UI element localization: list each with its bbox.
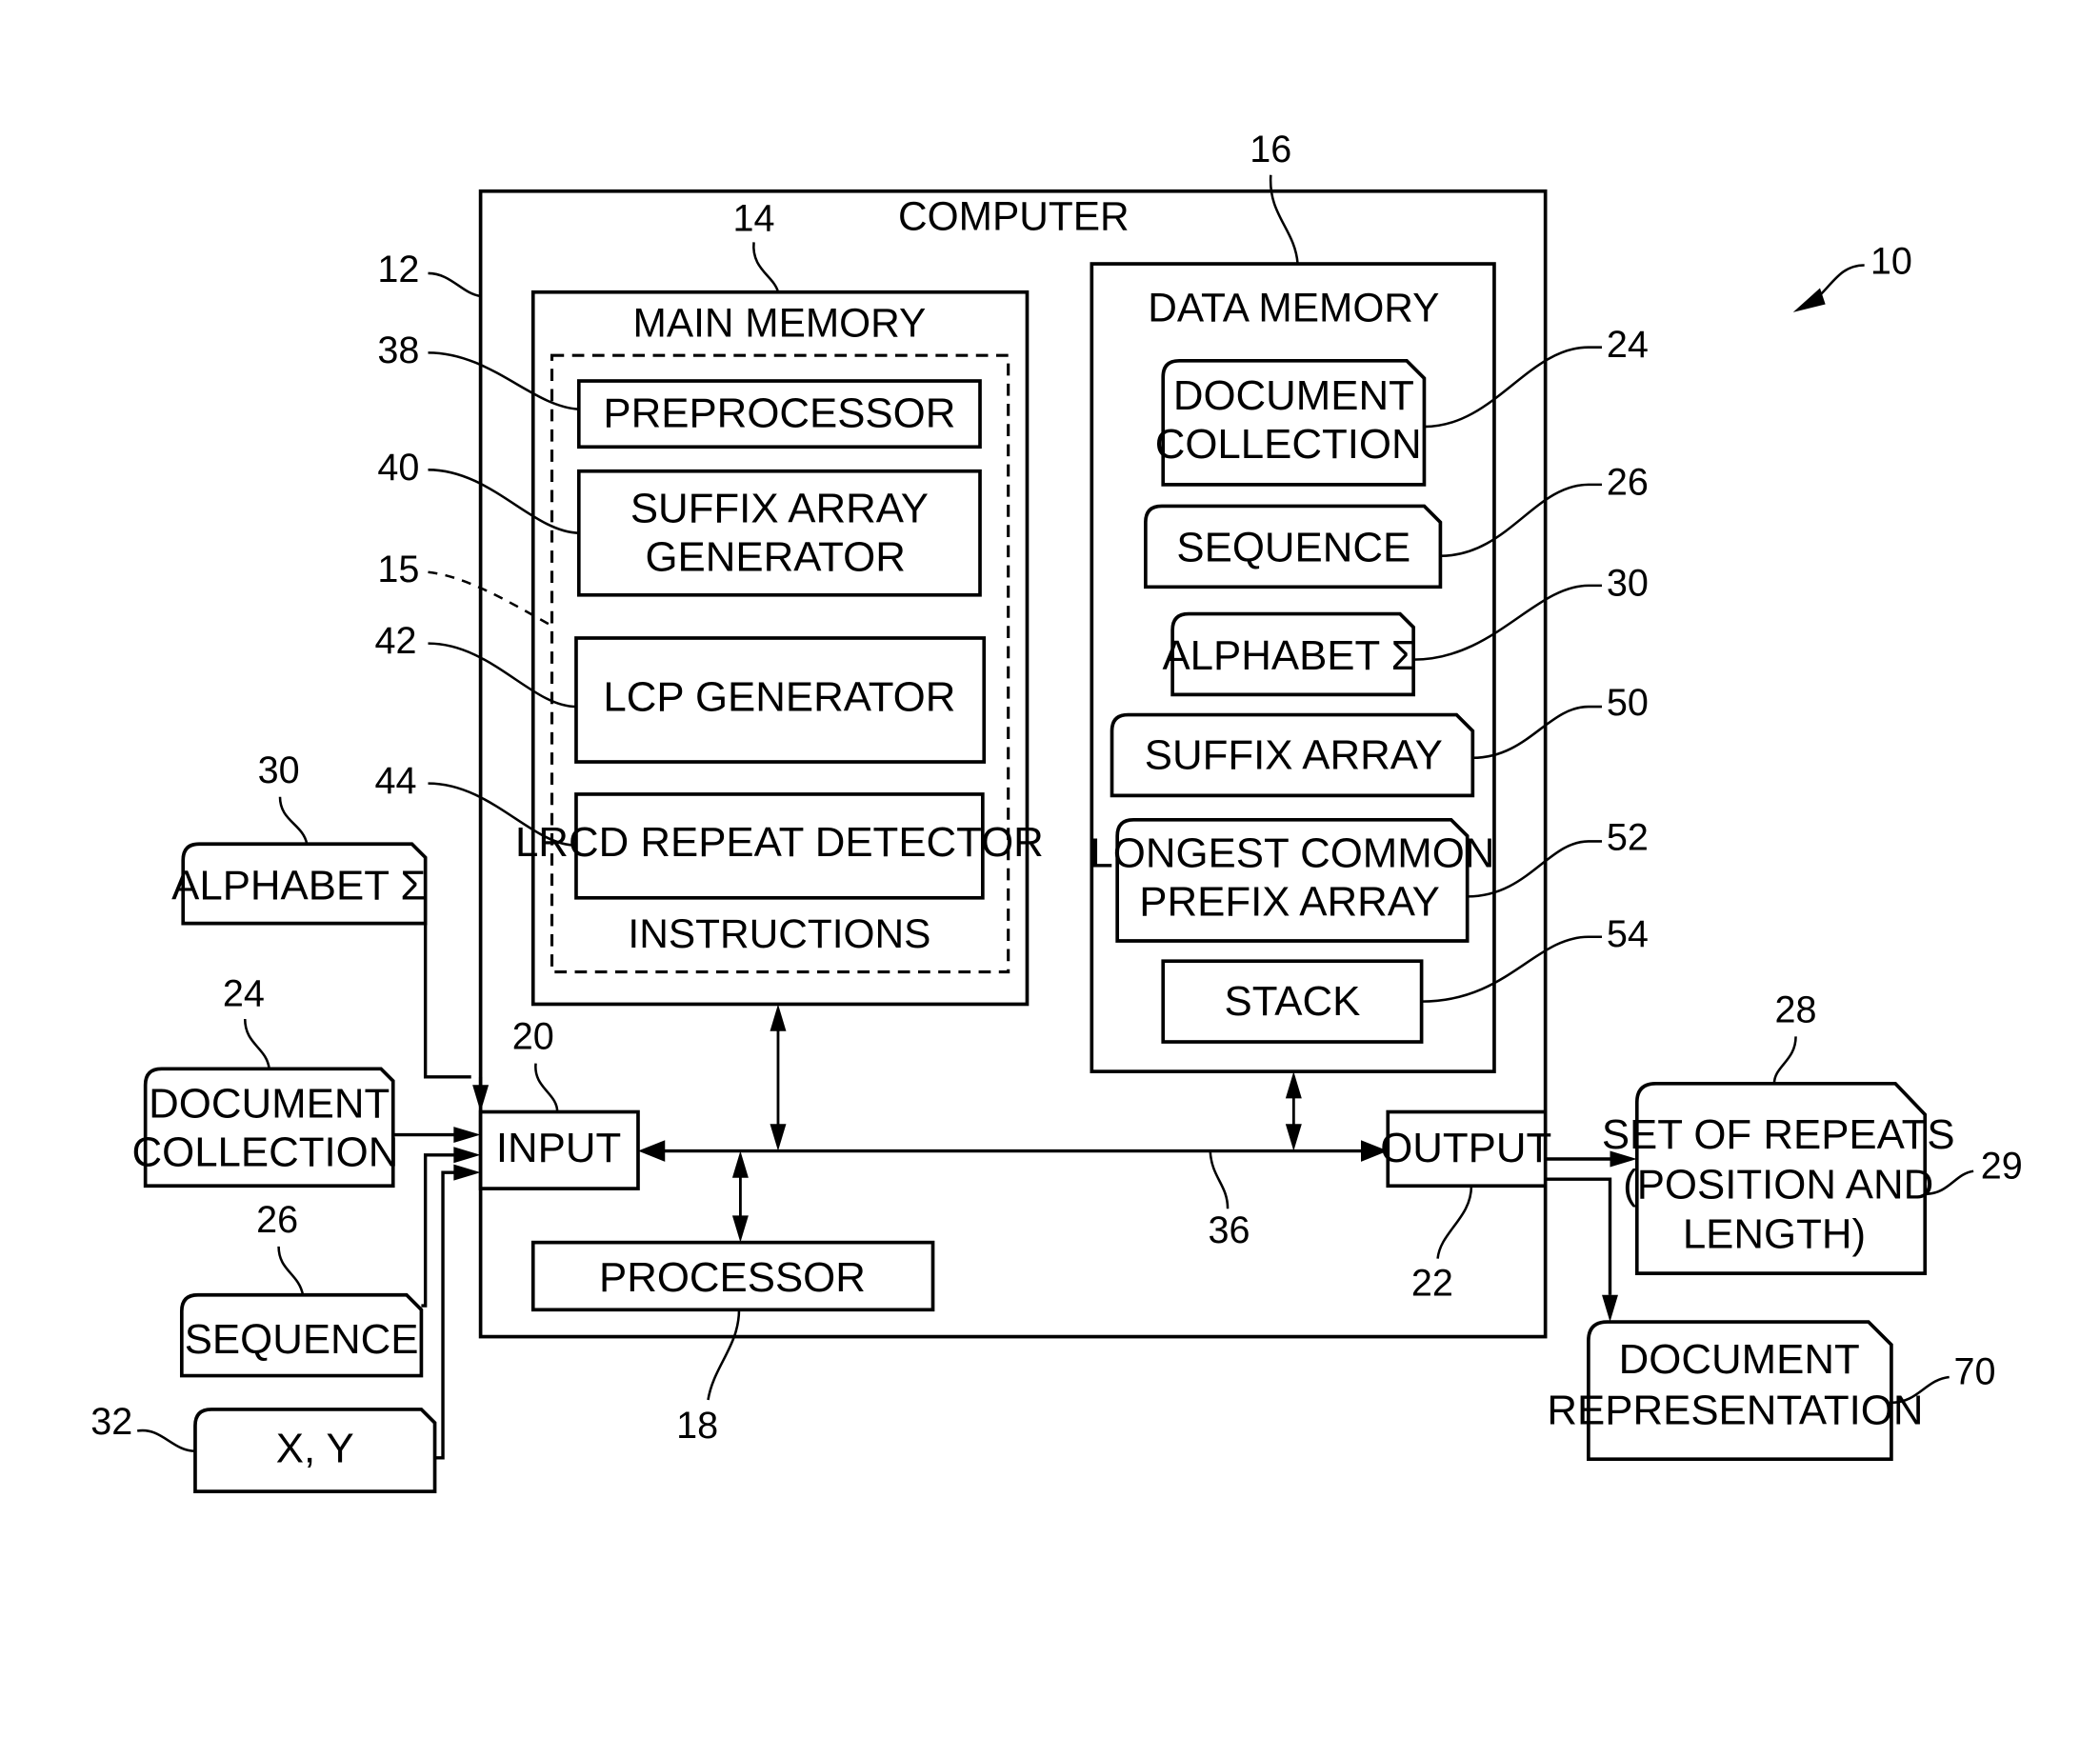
dm-suffix-array-label: SUFFIX ARRAY bbox=[1145, 731, 1443, 778]
arrow-down-icon bbox=[1602, 1294, 1618, 1323]
main-memory-block: MAIN MEMORY 14 INSTRUCTIONS 15 PREPROCES… bbox=[375, 197, 1044, 1007]
dm-suffix-array-ref: 50 bbox=[1607, 682, 1649, 724]
instructions-ref: 15 bbox=[377, 549, 419, 590]
suffix-array-generator-label-line1: SUFFIX ARRAY bbox=[630, 486, 929, 532]
ext-alphabet: ALPHABET Σ 30 bbox=[171, 749, 490, 1112]
dm-stack-ref: 54 bbox=[1607, 913, 1649, 955]
output-to-docrep-wire bbox=[1545, 1177, 1612, 1295]
ext-set-of-repeats-leader-line bbox=[1772, 1036, 1797, 1084]
dm-alphabet-label: ALPHABET Σ bbox=[1162, 632, 1416, 679]
dm-document-collection-ref: 24 bbox=[1607, 324, 1649, 366]
ext-sequence-leader-line bbox=[277, 1246, 305, 1296]
bus-ref: 36 bbox=[1208, 1209, 1250, 1251]
system-block-diagram: 10 COMPUTER 12 MAIN MEMORY 14 INSTRUCTIO… bbox=[90, 129, 2023, 1493]
suffix-array-generator-ref: 40 bbox=[377, 447, 419, 489]
lcp-generator-ref: 42 bbox=[375, 620, 417, 662]
ext-document-collection-label-line1: DOCUMENT bbox=[149, 1080, 390, 1127]
dm-sequence-ref: 26 bbox=[1607, 461, 1649, 503]
dm-lcp-array-ref: 52 bbox=[1607, 816, 1649, 858]
instructions-title: INSTRUCTIONS bbox=[628, 911, 930, 956]
figure-ref-10: 10 bbox=[1792, 241, 1912, 312]
preprocessor-ref: 38 bbox=[377, 330, 419, 371]
processor-label: PROCESSOR bbox=[599, 1254, 866, 1301]
computer-leader-line bbox=[428, 271, 481, 298]
ext-alphabet-wire bbox=[423, 923, 471, 1079]
ext-set-of-repeats-label-line2: (POSITION AND bbox=[1623, 1161, 1933, 1208]
ext-sequence-label: SEQUENCE bbox=[185, 1316, 419, 1363]
dm-sequence-label: SEQUENCE bbox=[1176, 525, 1410, 571]
ext-xy-label: X, Y bbox=[276, 1425, 354, 1471]
ext-document-collection-label-line2: COLLECTION bbox=[132, 1129, 399, 1175]
dm-document-collection-label-line2: COLLECTION bbox=[1155, 421, 1422, 468]
ext-document-collection-leader-line bbox=[243, 1018, 270, 1069]
ext-xy-leader-line bbox=[136, 1428, 196, 1452]
processor-block: PROCESSOR 18 bbox=[530, 1240, 935, 1447]
main-memory-ref: 14 bbox=[733, 197, 775, 239]
dm-lcp-array: LONGEST COMMON PREFIX ARRAY 52 bbox=[1090, 816, 1649, 943]
ext-sequence-wire bbox=[421, 1153, 458, 1308]
lcp-generator-label: LCP GENERATOR bbox=[603, 674, 955, 721]
dm-document-collection-label-line1: DOCUMENT bbox=[1173, 372, 1414, 419]
data-memory-ref: 16 bbox=[1250, 129, 1291, 170]
data-memory-block: DATA MEMORY 16 DOCUMENT COLLECTION 24 SE… bbox=[1090, 129, 1649, 1073]
ext-document-representation-label-line1: DOCUMENT bbox=[1619, 1336, 1860, 1383]
figure-ref-label: 10 bbox=[1870, 241, 1912, 283]
ext-set-of-repeats-ref2: 29 bbox=[1981, 1145, 2023, 1187]
processor-ref: 18 bbox=[676, 1405, 718, 1447]
ext-xy-ref: 32 bbox=[90, 1401, 132, 1443]
ext-alphabet-leader-line bbox=[278, 796, 309, 845]
ext-set-of-repeats-label-line3: LENGTH) bbox=[1683, 1211, 1866, 1258]
main-memory-title: MAIN MEMORY bbox=[633, 300, 927, 345]
arrow-right-icon bbox=[453, 1127, 481, 1144]
ext-alphabet-label: ALPHABET Σ bbox=[171, 862, 426, 909]
output-label: OUTPUT bbox=[1380, 1125, 1551, 1171]
dm-alphabet-ref: 30 bbox=[1607, 562, 1649, 604]
lcp-generator-module: LCP GENERATOR 42 bbox=[375, 620, 987, 764]
ext-sequence-ref: 26 bbox=[256, 1199, 298, 1241]
ext-document-representation-label-line2: REPRESENTATION bbox=[1547, 1388, 1923, 1434]
preprocessor-label: PREPROCESSOR bbox=[603, 390, 955, 436]
suffix-array-generator-label-line2: GENERATOR bbox=[645, 534, 905, 581]
ext-set-of-repeats-label-line1: SET OF REPEATS bbox=[1602, 1111, 1955, 1158]
ext-alphabet-ref: 30 bbox=[258, 749, 300, 791]
arrow-right-icon bbox=[453, 1147, 481, 1164]
lrcd-repeat-detector-ref: 44 bbox=[375, 760, 417, 802]
dm-stack-label: STACK bbox=[1225, 978, 1361, 1025]
arrowhead-icon bbox=[1792, 288, 1826, 312]
ext-set-of-repeats: SET OF REPEATS (POSITION AND LENGTH) 28 … bbox=[1545, 989, 2023, 1275]
dm-lcp-array-label-line2: PREFIX ARRAY bbox=[1139, 878, 1440, 925]
data-memory-title: DATA MEMORY bbox=[1148, 286, 1439, 330]
ext-set-of-repeats-ref: 28 bbox=[1775, 989, 1817, 1030]
dm-lcp-array-label-line1: LONGEST COMMON bbox=[1090, 830, 1494, 877]
input-ref: 20 bbox=[512, 1016, 554, 1058]
ext-document-collection-ref: 24 bbox=[223, 972, 265, 1014]
computer-title: COMPUTER bbox=[898, 194, 1130, 239]
output-ref: 22 bbox=[1411, 1262, 1453, 1304]
ext-xy-wire bbox=[434, 1170, 458, 1460]
computer-ref: 12 bbox=[377, 249, 419, 290]
input-label: INPUT bbox=[496, 1125, 621, 1171]
ext-document-representation-ref: 70 bbox=[1954, 1351, 1996, 1393]
lrcd-repeat-detector-label: LRCD REPEAT DETECTOR bbox=[515, 819, 1044, 866]
arrow-right-icon bbox=[453, 1164, 481, 1181]
